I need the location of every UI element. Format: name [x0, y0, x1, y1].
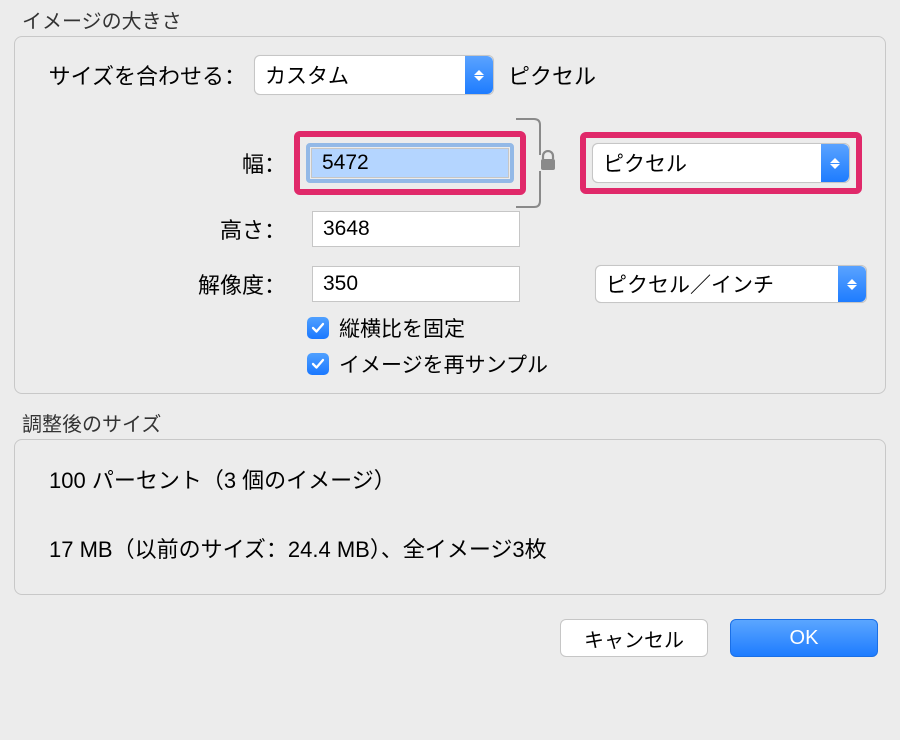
- resample-checkbox[interactable]: [307, 353, 329, 375]
- lock-aspect-label: 縦横比を固定: [339, 313, 465, 343]
- fit-select-value: カスタム: [265, 60, 377, 90]
- resolution-label: 解像度：: [29, 268, 294, 300]
- height-label: 高さ：: [29, 213, 294, 245]
- dimension-unit-select[interactable]: ピクセル: [592, 143, 850, 183]
- height-row: 高さ：: [29, 211, 871, 247]
- select-arrows-icon: [821, 144, 849, 182]
- resample-label: イメージを再サンプル: [339, 349, 548, 379]
- dimension-unit-value: ピクセル: [603, 148, 715, 178]
- width-focus-ring: [306, 143, 514, 183]
- lock-aspect-checkbox[interactable]: [307, 317, 329, 339]
- adjusted-filesize-text: 17 MB（以前のサイズ：24.4 MB）、全イメージ3枚: [49, 533, 863, 566]
- width-label: 幅：: [29, 147, 294, 179]
- width-input[interactable]: [311, 148, 509, 178]
- fit-row: サイズを合わせる： カスタム ピクセル: [29, 55, 871, 95]
- resolution-unit-select[interactable]: ピクセル／インチ: [595, 265, 867, 303]
- height-input[interactable]: [312, 211, 520, 247]
- ok-button[interactable]: OK: [730, 619, 878, 657]
- select-arrows-icon: [465, 56, 493, 94]
- fit-to-select[interactable]: カスタム: [254, 55, 494, 95]
- dialog-button-row: キャンセル OK: [14, 619, 886, 657]
- select-arrows-icon: [838, 266, 866, 302]
- image-size-group-label: イメージの大きさ: [22, 5, 886, 34]
- fit-label: サイズを合わせる：: [29, 59, 254, 91]
- resolution-input[interactable]: [312, 266, 520, 302]
- fit-unit-label: ピクセル: [508, 59, 596, 91]
- adjusted-size-group: 100 パーセント（3 個のイメージ） 17 MB（以前のサイズ：24.4 MB…: [14, 439, 886, 595]
- width-highlight: [294, 131, 526, 195]
- adjusted-percent-text: 100 パーセント（3 個のイメージ）: [49, 464, 863, 497]
- width-row: 幅： ピクセル: [29, 131, 871, 195]
- aspect-lock-area: [526, 145, 570, 181]
- lock-aspect-row: 縦横比を固定: [307, 313, 871, 343]
- ok-button-label: OK: [790, 627, 819, 650]
- resolution-row: 解像度： ピクセル／インチ: [29, 265, 871, 303]
- resolution-unit-value: ピクセル／インチ: [606, 269, 802, 299]
- image-size-group: サイズを合わせる： カスタム ピクセル 幅：: [14, 36, 886, 394]
- adjusted-size-group-label: 調整後のサイズ: [22, 408, 886, 437]
- resample-row: イメージを再サンプル: [307, 349, 871, 379]
- dimension-unit-highlight: ピクセル: [580, 132, 862, 194]
- cancel-button-label: キャンセル: [584, 624, 684, 653]
- lock-icon[interactable]: [539, 150, 557, 176]
- cancel-button[interactable]: キャンセル: [560, 619, 708, 657]
